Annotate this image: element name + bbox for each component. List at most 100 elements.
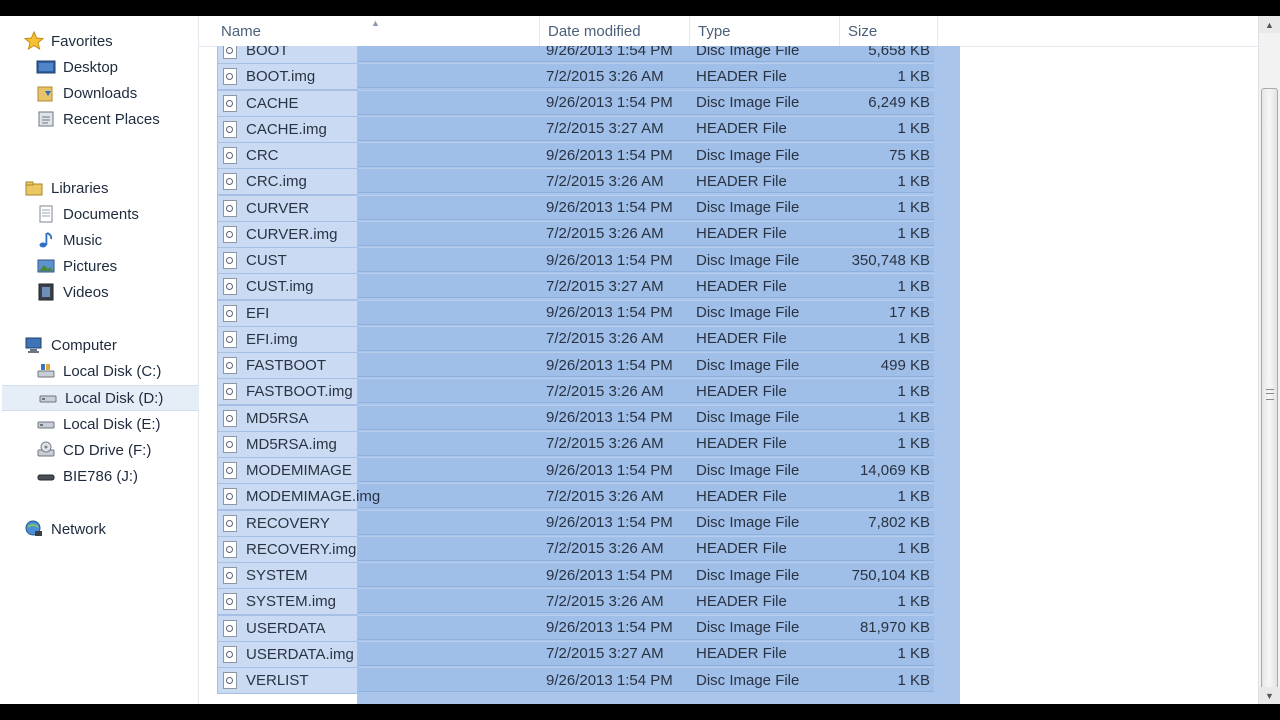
file-row[interactable]: EFI 9/26/2013 1:54 PM Disc Image File 17 KB	[217, 299, 934, 327]
file-name-cell[interactable]: RECOVERY	[217, 509, 358, 537]
file-row[interactable]: MODEMIMAGE 9/26/2013 1:54 PM Disc Image Fi…	[217, 457, 934, 484]
file-row[interactable]: CRC 9/26/2013 1:54 PM Disc Image File 75 KB	[217, 142, 934, 169]
file-type: Disc Image File	[696, 146, 800, 164]
file-size: 14,069 KB	[859, 461, 930, 479]
file-row[interactable]: SYSTEM.img 7/2/2015 3:26 AM HEADER File 1 K…	[217, 588, 934, 616]
file-row[interactable]: CURVER 9/26/2013 1:54 PM Disc Image File 1 …	[217, 194, 934, 222]
scroll-down-arrow-icon[interactable]: ▼	[1259, 687, 1280, 704]
file-name: USERDATA	[246, 619, 326, 637]
nav-videos-label: Videos	[63, 283, 109, 301]
nav-bie786-j[interactable]: BIE786 (J:)	[0, 463, 232, 489]
file-row[interactable]: CUST.img 7/2/2015 3:27 AM HEADER File 1 KB	[217, 273, 934, 301]
file-row[interactable]: USERDATA.img 7/2/2015 3:27 AM HEADER File 1…	[217, 640, 934, 668]
file-row[interactable]: EFI.img 7/2/2015 3:26 AM HEADER File 1 KB	[217, 325, 934, 353]
file-row[interactable]: BOOT.img 7/2/2015 3:26 AM HEADER File 1 KB	[217, 63, 934, 91]
file-name-cell[interactable]: MD5RSA	[217, 404, 358, 432]
file-row[interactable]: MODEMIMAGE.img 7/2/2015 3:26 AM HEADER Fil…	[217, 483, 934, 511]
nav-music[interactable]: Music	[0, 227, 232, 253]
file-row[interactable]: CACHE.img 7/2/2015 3:27 AM HEADER File 1 KB	[217, 115, 934, 143]
file-size: 1 KB	[897, 67, 930, 85]
file-name-cell[interactable]: FASTBOOT.img	[217, 378, 358, 406]
column-type[interactable]: Type	[690, 16, 840, 46]
file-size: 499 KB	[880, 356, 930, 374]
screen-bottom-bar	[0, 704, 1280, 720]
file-name: CURVER	[246, 199, 310, 217]
file-name-cell[interactable]: BOOT.img	[217, 63, 358, 91]
file-size: 81,970 KB	[859, 619, 930, 636]
nav-desktop[interactable]: Desktop	[0, 54, 232, 80]
nav-downloads[interactable]: Downloads	[0, 80, 232, 106]
vertical-scrollbar[interactable]: ▲ ▼	[1258, 16, 1280, 704]
file-name-cell[interactable]: VERLIST	[217, 667, 358, 694]
file-type: HEADER File	[696, 645, 787, 663]
file-name-cell[interactable]: MD5RSA.img	[217, 430, 358, 458]
file-name-cell[interactable]: USERDATA.img	[217, 640, 358, 668]
file-name-cell[interactable]: CACHE.img	[217, 115, 358, 143]
usb-drive-icon	[36, 466, 56, 486]
documents-icon	[36, 204, 56, 224]
nav-pictures[interactable]: Pictures	[0, 253, 232, 279]
file-size: 1 KB	[897, 592, 930, 610]
nav-computer[interactable]: Computer	[0, 332, 220, 358]
file-name-cell[interactable]: FASTBOOT	[217, 352, 358, 379]
file-row[interactable]: FASTBOOT 9/26/2013 1:54 PM Disc Image File…	[217, 352, 934, 379]
file-row[interactable]: SYSTEM 9/26/2013 1:54 PM Disc Image File 75…	[217, 562, 934, 589]
nav-network[interactable]: Network	[0, 516, 220, 542]
file-name-cell[interactable]: RECOVERY.img	[217, 535, 358, 563]
file-name-cell[interactable]: MODEMIMAGE	[217, 457, 358, 484]
file-name-cell[interactable]: CRC.img	[217, 168, 358, 196]
nav-local-disk-c[interactable]: Local Disk (C:)	[0, 358, 232, 384]
nav-local-disk-e[interactable]: Local Disk (E:)	[0, 411, 232, 437]
nav-favorites[interactable]: Favorites	[0, 28, 220, 54]
file-row[interactable]: CUST 9/26/2013 1:54 PM Disc Image File 350,…	[217, 247, 934, 274]
file-name-cell[interactable]: CURVER.img	[217, 220, 358, 248]
nav-favorites-label: Favorites	[51, 32, 113, 50]
disc-image-file-icon	[223, 593, 237, 611]
file-name-cell[interactable]: BOOT	[217, 46, 358, 64]
file-row[interactable]: USERDATA 9/26/2013 1:54 PM Disc Image File…	[217, 614, 934, 642]
column-date-modified[interactable]: Date modified	[540, 16, 690, 46]
file-name-cell[interactable]: CUST	[217, 247, 358, 274]
nav-recent-places-label: Recent Places	[63, 110, 160, 128]
disc-image-file-icon	[223, 225, 237, 243]
nav-recent-places[interactable]: Recent Places	[0, 106, 232, 132]
nav-local-disk-d-label: Local Disk (D:)	[65, 389, 164, 407]
file-row[interactable]: CACHE 9/26/2013 1:54 PM Disc Image File 6,2…	[217, 89, 934, 117]
scroll-thumb[interactable]	[1261, 88, 1278, 698]
file-row[interactable]: CURVER.img 7/2/2015 3:26 AM HEADER File 1 K…	[217, 220, 934, 248]
file-row[interactable]: FASTBOOT.img 7/2/2015 3:26 AM HEADER File 1…	[217, 378, 934, 406]
file-date-modified: 7/2/2015 3:26 AM	[546, 540, 664, 558]
navigation-pane: Favorites Desktop Downloads Recent Place…	[0, 16, 230, 704]
file-row[interactable]: MD5RSA 9/26/2013 1:54 PM Disc Image File 1 …	[217, 404, 934, 432]
file-name-cell[interactable]: SYSTEM.img	[217, 588, 358, 616]
file-name-cell[interactable]: CACHE	[217, 89, 358, 117]
file-name-cell[interactable]: MODEMIMAGE.img	[217, 483, 380, 511]
file-size: 350,748 KB	[851, 251, 930, 269]
file-row[interactable]: BOOT 9/26/2013 1:54 PM Disc Image File 5,65…	[217, 46, 934, 64]
file-type: HEADER File	[696, 225, 787, 243]
file-name-cell[interactable]: SYSTEM	[217, 562, 358, 589]
file-row[interactable]: CRC.img 7/2/2015 3:26 AM HEADER File 1 KB	[217, 168, 934, 196]
disc-image-file-icon	[223, 383, 237, 401]
nav-local-disk-d[interactable]: Local Disk (D:)	[2, 385, 230, 411]
disc-image-file-icon	[223, 514, 237, 532]
column-size[interactable]: Size	[840, 16, 938, 46]
file-name-cell[interactable]: CUST.img	[217, 273, 358, 301]
nav-videos[interactable]: Videos	[0, 279, 232, 305]
file-name-cell[interactable]: CRC	[217, 142, 358, 169]
nav-cd-drive-f[interactable]: CD Drive (F:)	[0, 437, 232, 463]
file-name-cell[interactable]: USERDATA	[217, 614, 358, 642]
file-row[interactable]: VERLIST 9/26/2013 1:54 PM Disc Image File 1…	[217, 667, 934, 694]
file-name-cell[interactable]: EFI	[217, 299, 358, 327]
nav-libraries[interactable]: Libraries	[0, 175, 220, 201]
file-row[interactable]: RECOVERY 9/26/2013 1:54 PM Disc Image File…	[217, 509, 934, 537]
file-row[interactable]: RECOVERY.img 7/2/2015 3:26 AM HEADER File 1…	[217, 535, 934, 563]
nav-documents[interactable]: Documents	[0, 201, 232, 227]
file-date-modified: 9/26/2013 1:54 PM	[546, 199, 673, 216]
file-type: Disc Image File	[696, 199, 800, 216]
scroll-up-arrow-icon[interactable]: ▲	[1259, 16, 1280, 33]
file-name-cell[interactable]: EFI.img	[217, 325, 358, 353]
file-row[interactable]: MD5RSA.img 7/2/2015 3:26 AM HEADER File 1 K…	[217, 430, 934, 458]
file-name-cell[interactable]: CURVER	[217, 194, 358, 222]
pictures-icon	[36, 256, 56, 276]
